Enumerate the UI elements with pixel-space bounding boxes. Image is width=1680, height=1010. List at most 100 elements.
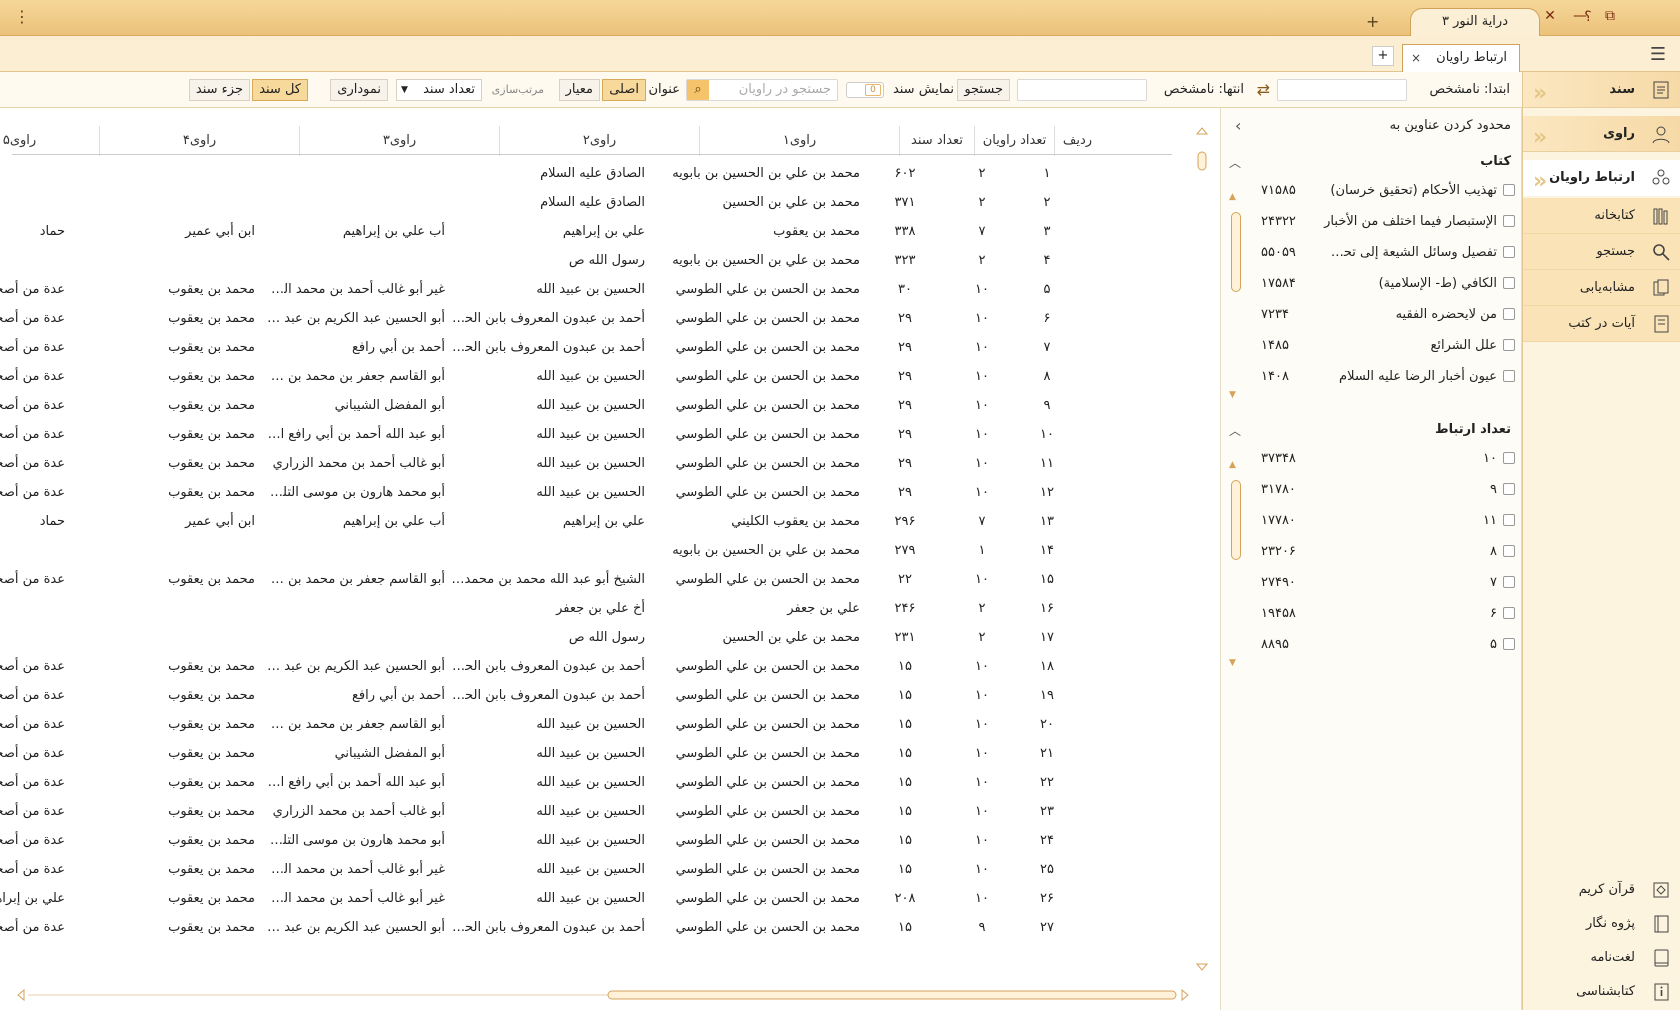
chevron-up-icon[interactable]: ︿ (1229, 154, 1241, 171)
sidebar-item-library[interactable]: کتابخانه (1523, 198, 1680, 234)
scroll-down-icon[interactable]: ▼ (1229, 390, 1236, 400)
sidebar-item-sanad[interactable]: « سند (1523, 72, 1680, 108)
table-row[interactable]: ۹ ۱۰ ۲۹ محمد بن الحسن بن علي الطوسي الحسين ب… (0, 390, 1190, 421)
table-row[interactable]: ۳ ۷ ۳۳۸ محمد بن يعقوب علي بن إبراهيم أب علي ب… (0, 216, 1190, 247)
table-row[interactable]: ۱۱ ۱۰ ۲۹ محمد بن الحسن بن علي الطوسي الحسين … (0, 448, 1190, 479)
table-row[interactable]: ۲۷ ۹ ۱۵ محمد بن الحسن بن علي الطوسي أحمد بن … (0, 912, 1190, 943)
table-row[interactable]: ۲۲ ۱۰ ۱۵ محمد بن الحسن بن علي الطوسي الحسين … (0, 767, 1190, 798)
table-row[interactable]: ۲۱ ۱۰ ۱۵ محمد بن الحسن بن علي الطوسي الحسين … (0, 738, 1190, 769)
table-row[interactable]: ۶ ۱۰ ۲۹ محمد بن الحسن بن علي الطوسي أحمد بن … (0, 303, 1190, 334)
swap-icon[interactable]: ⇄ (1257, 72, 1270, 108)
filter-checkbox[interactable] (1503, 483, 1515, 495)
close-tab-icon[interactable]: × (1411, 45, 1421, 71)
filter-row[interactable]: عيون أخبار الرضا عليه السلام ۱۴۰۸ (1251, 362, 1521, 391)
filter-checkbox[interactable] (1503, 215, 1515, 227)
kol-sanad-button[interactable]: کل سند (252, 79, 308, 101)
table-row[interactable]: ۵ ۱۰ ۳۰ محمد بن الحسن بن علي الطوسي الحسين ب… (0, 274, 1190, 305)
filter-checkbox[interactable] (1503, 514, 1515, 526)
meyar-button[interactable]: معیار (558, 79, 600, 101)
column-header[interactable]: تعداد سند (899, 126, 974, 156)
table-row[interactable]: ۸ ۱۰ ۲۹ محمد بن الحسن بن علي الطوسي الحسين ب… (0, 361, 1190, 392)
search-button[interactable]: جستجو (957, 79, 1010, 101)
table-row[interactable]: ۱۳ ۷ ۲۹۶ محمد بن يعقوب الكليني علي بن إبراهي… (0, 506, 1190, 537)
filter-checkbox[interactable] (1503, 370, 1515, 382)
filter-row[interactable]: تهذيب الأحكام (تحقيق خرسان) ۷۱۵۸۵ (1251, 176, 1521, 205)
sidebar-bottom-quran[interactable]: قرآن کریم (1523, 874, 1680, 906)
filter-checkbox[interactable] (1503, 576, 1515, 588)
sidebar-item-similar[interactable]: مشابه‌یابی (1523, 270, 1680, 306)
filter-checkbox[interactable] (1503, 638, 1515, 650)
restore-button[interactable]: ⧉ (1600, 8, 1620, 24)
table-row[interactable]: ۲۵ ۱۰ ۱۵ محمد بن الحسن بن علي الطوسي الحسين … (0, 854, 1190, 885)
joz-sanad-button[interactable]: جزء سند (188, 79, 250, 101)
table-row[interactable]: ۱۹ ۱۰ ۱۵ محمد بن الحسن بن علي الطوسي أحمد بن… (0, 680, 1190, 711)
filter-checkbox[interactable] (1503, 452, 1515, 464)
table-row[interactable]: ۴ ۲ ۳۲۳ محمد بن علي بن الحسين بن بابويه رسول… (0, 245, 1190, 276)
filter-row[interactable]: الكافي (ط- الإسلامية) ۱۷۵۸۴ (1251, 269, 1521, 298)
filter-checkbox[interactable] (1503, 607, 1515, 619)
sidebar-item-rawi-links[interactable]: « ارتباط راویان (1523, 160, 1680, 196)
table-row[interactable]: ۷ ۱۰ ۲۹ محمد بن الحسن بن علي الطوسي أحمد بن … (0, 332, 1190, 363)
end-input[interactable] (1017, 79, 1147, 101)
table-row[interactable]: ۲۳ ۱۰ ۱۵ محمد بن الحسن بن علي الطوسي الحسين … (0, 796, 1190, 827)
asli-button[interactable]: اصلی (602, 79, 646, 101)
filter-row[interactable]: ۱۱ ۱۷۷۸۰ (1251, 506, 1521, 535)
scroll-down-icon[interactable]: ▼ (1229, 658, 1236, 668)
column-header[interactable]: راوی۱ (699, 126, 899, 156)
filter-checkbox[interactable] (1503, 277, 1515, 289)
hamburger-menu-icon[interactable]: ☰ (1650, 44, 1666, 65)
app-tab[interactable]: درایة النور ۳ (1410, 8, 1540, 36)
filter-row[interactable]: الإستبصار فيما اختلف من الأخبار ۲۴۳۲۲ (1251, 207, 1521, 236)
tab-rawi-links[interactable]: ارتباط راویان × (1402, 44, 1520, 72)
table-row[interactable]: ۱۷ ۲ ۲۳۱ محمد بن علي بن الحسين رسول الله ص (0, 622, 1190, 653)
column-header[interactable]: ردیف (1054, 126, 1100, 156)
table-row[interactable]: ۲ ۲ ۳۷۱ محمد بن علي بن الحسين الصادق عليه ال… (0, 187, 1190, 218)
filter-row[interactable]: ۱۰ ۳۷۳۴۸ (1251, 444, 1521, 473)
sort-select[interactable]: تعداد سند ▼ (396, 79, 482, 101)
add-app-tab-button[interactable]: + (1366, 12, 1379, 31)
column-header[interactable]: تعداد راویان (974, 126, 1054, 156)
scroll-up-icon[interactable]: ▲ (1229, 460, 1236, 470)
filter-row[interactable]: ۷ ۲۷۴۹۰ (1251, 568, 1521, 597)
filter-checkbox[interactable] (1503, 246, 1515, 258)
filter-row[interactable]: ۸ ۲۳۲۰۶ (1251, 537, 1521, 566)
sidebar-item-search[interactable]: جستجو (1523, 234, 1680, 270)
search-icon[interactable]: ⌕ (687, 80, 709, 100)
filter-row[interactable]: ۹ ۳۱۷۸۰ (1251, 475, 1521, 504)
add-tab-button[interactable]: + (1372, 46, 1394, 66)
column-header[interactable]: راوی۲ (499, 126, 699, 156)
show-sanad-toggle[interactable]: 0 (846, 82, 884, 98)
table-row[interactable]: ۲۰ ۱۰ ۱۵ محمد بن الحسن بن علي الطوسي الحسين … (0, 709, 1190, 740)
filter-row[interactable]: من لايحضره الفقيه ۷۲۳۴ (1251, 300, 1521, 329)
table-row[interactable]: ۲۴ ۱۰ ۱۵ محمد بن الحسن بن علي الطوسي الحسين … (0, 825, 1190, 856)
table-vertical-scrollbar[interactable] (1196, 124, 1208, 974)
start-input[interactable] (1277, 79, 1407, 101)
table-row[interactable]: ۲۶ ۱۰ ۲۰۸ محمد بن الحسن بن علي الطوسي الحسين… (0, 883, 1190, 914)
filter-checkbox[interactable] (1503, 339, 1515, 351)
sidebar-bottom-bibliography[interactable]: کتابشناسی (1523, 976, 1680, 1008)
table-row[interactable]: ۱ ۲ ۶۰۲ محمد بن علي بن الحسين بن بابويه الصا… (0, 158, 1190, 189)
filter-row[interactable]: علل الشرائع ۱۴۸۵ (1251, 331, 1521, 360)
table-row[interactable]: ۱۲ ۱۰ ۲۹ محمد بن الحسن بن علي الطوسي الحسين … (0, 477, 1190, 508)
column-header[interactable]: راوی۳ (299, 126, 499, 156)
chevron-up-icon[interactable]: ︿ (1229, 422, 1241, 439)
collapse-panel-icon[interactable]: › (1235, 116, 1241, 135)
table-row[interactable]: ۱۵ ۱۰ ۲۲ محمد بن الحسن بن علي الطوسي الشيخ أ… (0, 564, 1190, 595)
help-button[interactable]: ؟ (1578, 9, 1598, 25)
table-row[interactable]: ۱۴ ۱ ۲۷۹ محمد بن علي بن الحسين بن بابويه (0, 535, 1190, 566)
close-window-button[interactable]: ✕ (1540, 8, 1560, 24)
filter-checkbox[interactable] (1503, 545, 1515, 557)
table-row[interactable]: ۱۸ ۱۰ ۱۵ محمد بن الحسن بن علي الطوسي أحمد بن… (0, 651, 1190, 682)
scroll-up-icon[interactable]: ▲ (1229, 192, 1236, 202)
filter-checkbox[interactable] (1503, 184, 1515, 196)
filter-checkbox[interactable] (1503, 308, 1515, 320)
app-menu-icon[interactable]: ⋮ (14, 7, 30, 26)
filter-row[interactable]: ۵ ۸۸۹۵ (1251, 630, 1521, 659)
filter-row[interactable]: ۶ ۱۹۴۵۸ (1251, 599, 1521, 628)
table-horizontal-scrollbar[interactable] (16, 988, 1192, 1002)
links-scrollbar[interactable] (1231, 480, 1241, 560)
table-row[interactable]: ۱۰ ۱۰ ۲۹ محمد بن الحسن بن علي الطوسي الحسين … (0, 419, 1190, 450)
column-header[interactable]: راوی۴ (99, 126, 299, 156)
filter-row[interactable]: تفصيل وسائل الشيعة إلى تحصيل مسائل الشري… (1251, 238, 1521, 267)
search-rawi-input[interactable]: جستجو در راویان ⌕ (686, 79, 838, 101)
